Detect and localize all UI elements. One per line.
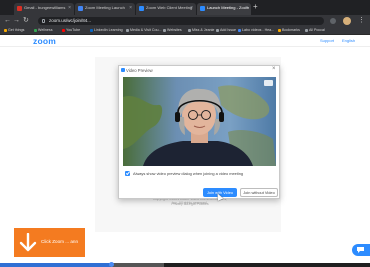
tab-gmail[interactable]: Gmail - bungeewilliams × (14, 3, 74, 15)
zoom-logo[interactable]: zoom (33, 36, 56, 46)
tab-launch-meeting[interactable]: Launch Meeting - Zoom × (197, 3, 251, 15)
tab-zoom-web-client[interactable]: Zoom Web Client Meeting × (136, 3, 196, 15)
chat-icon (357, 247, 364, 253)
camera-icon[interactable] (264, 80, 273, 86)
progress-fill (0, 263, 111, 267)
close-icon[interactable]: × (190, 5, 193, 11)
tab-bar: Gmail - bungeewilliams × Zoom Meeting La… (0, 0, 370, 15)
down-arrow-icon (19, 233, 37, 252)
tab-label: Launch Meeting - Zoom (207, 5, 250, 10)
camera-preview (123, 77, 276, 166)
bookmark-item[interactable]: YouTube (62, 28, 80, 32)
gmail-favicon-icon (17, 6, 22, 11)
bookmarks-bar: Get things Wellness YouTube LinkedIn Lea… (0, 27, 370, 35)
forward-icon[interactable]: → (13, 16, 20, 25)
tab-label: Gmail - bungeewilliams (24, 5, 66, 10)
back-icon[interactable]: ← (4, 16, 11, 25)
zoom-favicon-icon (78, 6, 83, 11)
bookmark-icon (4, 28, 7, 32)
close-icon[interactable]: × (272, 66, 276, 72)
help-chat-button[interactable] (352, 244, 370, 256)
tab-label: Zoom Web Client Meeting (146, 5, 193, 10)
browser-toolbar: ← → ↻ zoom.us/wc/join/84... ⋮ (0, 15, 370, 27)
folder-icon (126, 28, 129, 32)
bookmark-item[interactable]: Wellness (34, 28, 53, 32)
extension-icon[interactable] (330, 18, 336, 24)
tutorial-banner[interactable]: Click Zoom ... ann (14, 228, 85, 257)
new-tab-button[interactable]: + (253, 3, 258, 11)
always-show-preview-checkbox[interactable] (125, 171, 130, 176)
video-preview-dialog: Video Preview × Always show video previe… (118, 65, 280, 199)
progress-buffered (110, 263, 164, 267)
bookmark-item[interactable]: Media & Visit Cou... (126, 28, 162, 32)
join-without-video-button[interactable]: Join without Video (240, 188, 278, 197)
close-icon[interactable]: × (68, 5, 71, 11)
bookmark-item[interactable]: Bookmarks (278, 28, 300, 32)
support-link[interactable]: Support (320, 38, 334, 43)
reload-icon[interactable]: ↻ (23, 16, 29, 25)
bookmark-icon (238, 28, 241, 32)
progress-handle[interactable] (108, 262, 114, 267)
tab-zoom-launch[interactable]: Zoom Meeting Launch × (75, 3, 135, 15)
close-icon[interactable]: × (245, 5, 248, 11)
bookmark-item[interactable]: Miss & Jeanie (188, 28, 214, 32)
folder-icon (305, 28, 308, 32)
bookmark-item[interactable]: Websites (163, 28, 182, 32)
folder-icon (188, 28, 191, 32)
lock-icon (42, 19, 45, 23)
bookmark-item[interactable]: Get things (4, 28, 24, 32)
zoom-favicon-icon (139, 6, 144, 11)
zoom-app-icon (121, 68, 125, 72)
bookmark-item[interactable]: Labo videos - Hea... (238, 28, 274, 32)
camera-feed-image (123, 77, 276, 166)
dialog-title: Video Preview (126, 68, 153, 73)
bookmark-item[interactable]: All Poccal (305, 28, 325, 32)
folder-icon (216, 28, 219, 32)
browser-window: Gmail - bungeewilliams × Zoom Meeting La… (0, 0, 370, 267)
bookmark-icon (278, 28, 281, 32)
profile-avatar[interactable] (343, 17, 351, 25)
address-bar[interactable]: zoom.us/wc/join/84... (38, 17, 324, 25)
language-link[interactable]: English (342, 38, 355, 43)
zoom-header: zoom Support English (0, 35, 370, 47)
zoom-favicon-icon (200, 6, 205, 11)
browser-menu-icon[interactable]: ⋮ (358, 16, 365, 25)
youtube-icon (62, 28, 65, 32)
url-text: zoom.us/wc/join/84... (49, 18, 92, 23)
privacy-link[interactable]: Privacy & Legal Policies (150, 202, 230, 206)
close-icon[interactable]: × (129, 5, 132, 11)
bookmark-item[interactable]: LinkedIn Learning (90, 28, 123, 32)
folder-icon (163, 28, 166, 32)
banner-text: Click Zoom ... ann (41, 239, 79, 244)
linkedin-icon (90, 28, 93, 32)
bookmark-icon (34, 28, 37, 32)
video-progress-bar[interactable] (0, 262, 370, 267)
checkbox-label: Always show video preview dialog when jo… (133, 171, 244, 176)
tab-label: Zoom Meeting Launch (85, 5, 125, 10)
bookmark-item[interactable]: Add Issue (216, 28, 236, 32)
